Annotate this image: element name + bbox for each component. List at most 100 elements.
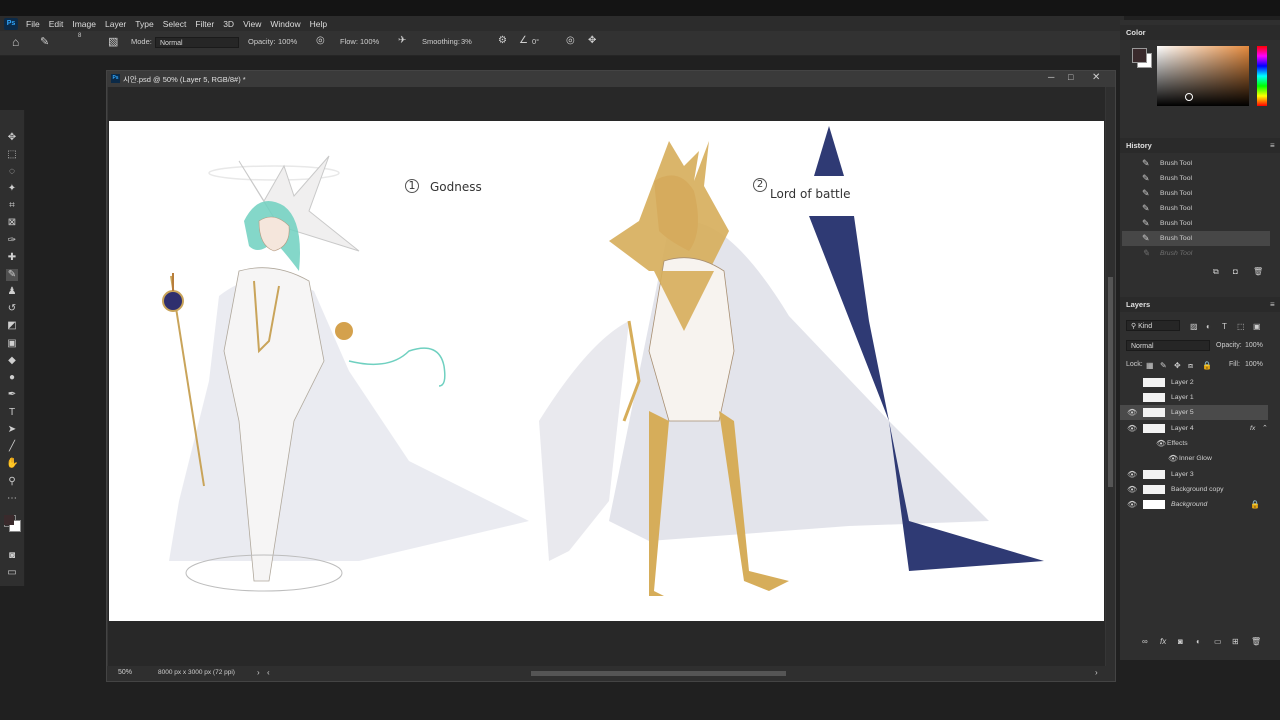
horizontal-scroll-thumb[interactable]	[531, 671, 786, 676]
brush-preset-icon[interactable]: ✎	[40, 35, 49, 48]
pressure-size-icon[interactable]: ◎	[566, 35, 575, 46]
filter-adjustment-icon[interactable]: ◐	[1206, 322, 1211, 331]
hue-slider[interactable]	[1257, 46, 1267, 106]
new-group-icon[interactable]: ▭	[1214, 637, 1222, 646]
document-tab[interactable]: Ps 시안.psd @ 50% (Layer 5, RGB/8#) * ─ □ …	[107, 71, 1115, 87]
layer-row[interactable]: 👁 Background copy	[1120, 482, 1268, 497]
lasso-tool-icon[interactable]: ◌	[6, 166, 18, 178]
menu-filter[interactable]: Filter	[195, 19, 214, 29]
move-tool-icon[interactable]: ✥	[6, 132, 18, 144]
new-layer-icon[interactable]: ⊞	[1232, 637, 1239, 646]
new-adjustment-icon[interactable]: ◐	[1196, 637, 1201, 646]
inner-glow-row[interactable]: 👁 Inner Glow	[1120, 451, 1268, 466]
quick-mask-icon[interactable]: ◙	[6, 550, 18, 562]
menu-select[interactable]: Select	[163, 19, 187, 29]
pen-tool-icon[interactable]: ✒	[6, 389, 18, 401]
history-item[interactable]: ✎ Brush Tool	[1122, 216, 1270, 231]
layer-row[interactable]: 👁 Layer 3	[1120, 467, 1268, 482]
zoom-tool-icon[interactable]: ⚲	[6, 476, 18, 488]
mode-select[interactable]: Normal	[155, 37, 239, 48]
snapshot-icon[interactable]: ◘	[1233, 267, 1238, 276]
more-tools-icon[interactable]: ⋯	[6, 493, 18, 505]
brush-settings-icon[interactable]: ▧	[108, 35, 118, 48]
fill-value[interactable]: 100%	[1245, 361, 1263, 368]
history-item-undone[interactable]: ✎ Brush Tool	[1122, 246, 1270, 261]
filter-pixel-icon[interactable]: ▨	[1190, 322, 1198, 331]
visibility-eye-icon[interactable]: 👁	[1127, 421, 1137, 436]
status-arrow-icon[interactable]: ›	[257, 668, 260, 677]
pressure-opacity-icon[interactable]: ◎	[316, 35, 325, 46]
filter-smart-object-icon[interactable]: ▣	[1253, 322, 1261, 331]
history-item-current[interactable]: ✎ Brush Tool	[1122, 231, 1270, 246]
minimize-icon[interactable]: ─	[1048, 72, 1054, 82]
new-document-from-state-icon[interactable]: ⧉	[1213, 267, 1219, 277]
menu-file[interactable]: File	[26, 19, 40, 29]
angle-value[interactable]: 0°	[532, 37, 539, 46]
line-tool-icon[interactable]: ╱	[6, 441, 18, 453]
history-panel-title[interactable]: History	[1120, 138, 1280, 153]
filter-type-icon[interactable]: T	[1222, 322, 1227, 331]
canvas-area[interactable]: 1 Godness 2 Lord of battle	[108, 87, 1105, 668]
menu-view[interactable]: View	[243, 19, 261, 29]
history-brush-icon[interactable]: ↺	[6, 303, 18, 315]
visibility-eye-icon[interactable]: 👁	[1127, 482, 1137, 497]
vertical-scroll-thumb[interactable]	[1108, 277, 1113, 487]
brush-tool-icon[interactable]: ✎	[6, 269, 18, 281]
link-layers-icon[interactable]: ∞	[1142, 637, 1148, 646]
magic-wand-icon[interactable]: ✦	[6, 183, 18, 195]
menu-image[interactable]: Image	[72, 19, 96, 29]
gear-icon[interactable]: ⚙	[498, 35, 507, 46]
scroll-left-icon[interactable]: ‹	[267, 668, 270, 677]
zoom-level[interactable]: 50%	[118, 669, 132, 676]
effects-eye-icon[interactable]: 👁	[1156, 436, 1166, 451]
add-mask-icon[interactable]: ◙	[1178, 637, 1183, 646]
effects-row[interactable]: 👁 Effects	[1120, 436, 1268, 451]
add-style-icon[interactable]: fx	[1160, 637, 1166, 646]
visibility-eye-icon[interactable]: 👁	[1127, 405, 1137, 420]
brush-size-value[interactable]: 8	[78, 33, 81, 39]
layer-row[interactable]: 👁 Background 🔒	[1120, 497, 1268, 512]
layers-panel-title[interactable]: Layers	[1120, 297, 1280, 312]
marquee-tool-icon[interactable]: ⬚	[6, 149, 18, 161]
visibility-eye-icon[interactable]: 👁	[1127, 467, 1137, 482]
fx-indicator[interactable]: fx	[1250, 421, 1255, 436]
history-trash-icon[interactable]: 🗑	[1253, 267, 1263, 276]
layer-filter-kind[interactable]: ⚲ Kind	[1126, 320, 1180, 331]
color-field[interactable]	[1157, 46, 1249, 106]
inner-glow-eye-icon[interactable]: 👁	[1168, 451, 1178, 466]
history-item[interactable]: ✎ Brush Tool	[1122, 171, 1270, 186]
layer-row-selected[interactable]: 👁 Layer 5	[1120, 405, 1268, 420]
artboard[interactable]: 1 Godness 2 Lord of battle	[109, 121, 1104, 621]
home-icon[interactable]: ⌂	[12, 35, 19, 49]
lock-position-icon[interactable]: ✥	[1174, 361, 1181, 370]
close-icon[interactable]: ✕	[1092, 72, 1100, 83]
frame-tool-icon[interactable]: ⊠	[6, 217, 18, 229]
lock-all-icon[interactable]: 🔒	[1202, 361, 1212, 370]
lock-transparent-icon[interactable]: ▦	[1146, 361, 1154, 370]
flow-value[interactable]: 100%	[360, 37, 379, 46]
layer-blend-mode-select[interactable]: Normal	[1126, 340, 1210, 351]
path-select-icon[interactable]: ➤	[6, 424, 18, 436]
delete-layer-icon[interactable]: 🗑	[1251, 637, 1261, 646]
menu-type[interactable]: Type	[135, 19, 153, 29]
layer-row[interactable]: 👁 Layer 4 fx ⌃	[1120, 421, 1268, 436]
layer-row[interactable]: Layer 1	[1120, 390, 1268, 405]
screen-mode-icon[interactable]: ▭	[6, 567, 18, 579]
airbrush-icon[interactable]: ✈	[398, 35, 406, 46]
lock-image-icon[interactable]: ✎	[1160, 361, 1167, 370]
hand-tool-icon[interactable]: ✋	[6, 458, 18, 470]
scroll-right-icon[interactable]: ›	[1095, 668, 1098, 677]
menu-help[interactable]: Help	[310, 19, 327, 29]
smoothing-value[interactable]: 3%	[461, 37, 472, 46]
history-item[interactable]: ✎ Brush Tool	[1122, 186, 1270, 201]
color-picker-cursor[interactable]	[1185, 93, 1193, 101]
stamp-tool-icon[interactable]: ♟	[6, 286, 18, 298]
vertical-scrollbar[interactable]	[1106, 87, 1115, 668]
lock-artboard-icon[interactable]: ⧈	[1188, 361, 1193, 371]
menu-window[interactable]: Window	[270, 19, 300, 29]
collapse-effects-icon[interactable]: ⌃	[1262, 421, 1268, 436]
eyedropper-icon[interactable]: ✑	[6, 235, 18, 247]
opacity-value[interactable]: 100%	[278, 37, 297, 46]
menu-layer[interactable]: Layer	[105, 19, 126, 29]
menu-edit[interactable]: Edit	[49, 19, 64, 29]
